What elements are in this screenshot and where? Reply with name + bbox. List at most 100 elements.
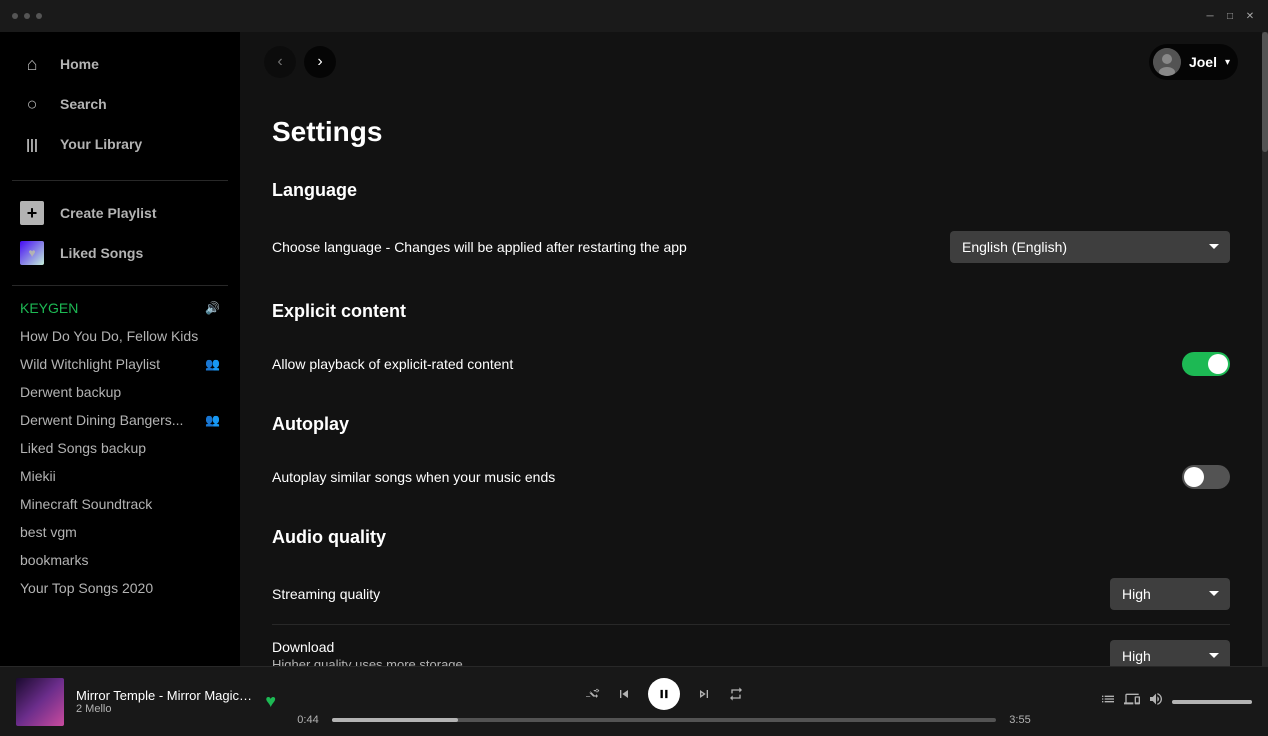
library-item-derwent-backup[interactable]: Derwent backup: [0, 378, 240, 406]
sidebar: ⌂ Home ○ Search ||| Your Library + Creat…: [0, 32, 240, 666]
sidebar-item-library[interactable]: ||| Your Library: [8, 124, 232, 164]
play-pause-button[interactable]: [648, 678, 680, 710]
forward-button[interactable]: ›: [304, 46, 336, 78]
library-item-bookmarks-label: bookmarks: [20, 552, 88, 568]
library-item-keygen[interactable]: KEYGEN 🔊: [0, 294, 240, 322]
avatar-image: [1153, 48, 1181, 76]
library-item-liked-backup[interactable]: Liked Songs backup: [0, 434, 240, 462]
user-menu[interactable]: Joel ▾: [1149, 44, 1238, 80]
streaming-quality-label: Streaming quality: [272, 586, 380, 602]
library-item-best-vgm[interactable]: best vgm: [0, 518, 240, 546]
download-quality-select[interactable]: Low Normal High Very High: [1110, 640, 1230, 667]
volume-slider[interactable]: [1172, 700, 1252, 704]
like-button[interactable]: ♥: [265, 691, 276, 712]
devices-icon: [1124, 691, 1140, 707]
next-icon: [696, 686, 712, 702]
library-item-minecraft[interactable]: Minecraft Soundtrack: [0, 490, 240, 518]
sidebar-item-home[interactable]: ⌂ Home: [8, 44, 232, 84]
collab-badge-wild: 👥: [205, 357, 220, 371]
maximize-button[interactable]: □: [1224, 10, 1236, 22]
volume-fill: [1172, 700, 1252, 704]
titlebar-dots: [12, 13, 42, 19]
library-item-how-do-you-do[interactable]: How Do You Do, Fellow Kids: [0, 322, 240, 350]
search-icon: ○: [20, 92, 44, 116]
create-playlist-icon: +: [20, 201, 44, 225]
download-label: Download: [272, 639, 466, 655]
download-quality-row: Download Higher quality uses more storag…: [272, 625, 1230, 666]
language-section-title: Language: [272, 180, 1230, 201]
player-controls: 0:44 3:55: [292, 678, 1036, 726]
player-right-controls: [1052, 691, 1252, 712]
audio-quality-section: Audio quality Streaming quality Low Norm…: [272, 527, 1230, 666]
scrollbar-track[interactable]: [1262, 32, 1268, 666]
library-item-liked-backup-label: Liked Songs backup: [20, 440, 146, 456]
progress-track[interactable]: [332, 718, 996, 722]
total-time: 3:55: [1004, 714, 1036, 726]
topbar-nav: ‹ ›: [264, 46, 336, 78]
library-item-miekii[interactable]: Miekii: [0, 462, 240, 490]
library-item-minecraft-label: Minecraft Soundtrack: [20, 496, 152, 512]
home-icon: ⌂: [20, 52, 44, 76]
sidebar-actions: + Create Playlist ♥ Liked Songs: [0, 185, 240, 281]
autoplay-section: Autoplay Autoplay similar songs when you…: [272, 414, 1230, 503]
library-item-bookmarks[interactable]: bookmarks: [0, 546, 240, 574]
library-item-top-songs[interactable]: Your Top Songs 2020: [0, 574, 240, 602]
volume-icon: [1148, 691, 1164, 707]
progress-fill: [332, 718, 458, 722]
track-name: Mirror Temple - Mirror Magic Mix: [76, 688, 253, 703]
previous-button[interactable]: [616, 686, 632, 702]
back-button[interactable]: ‹: [264, 46, 296, 78]
next-button[interactable]: [696, 686, 712, 702]
queue-icon: [1100, 691, 1116, 707]
language-section: Language Choose language - Changes will …: [272, 180, 1230, 277]
download-sublabel: Higher quality uses more storage.: [272, 657, 466, 666]
player-track-info: Mirror Temple - Mirror Magic Mix 2 Mello…: [16, 678, 276, 726]
language-select[interactable]: English (English) Español Français Deuts…: [950, 231, 1230, 263]
album-art-image: [16, 678, 64, 726]
current-time: 0:44: [292, 714, 324, 726]
repeat-button[interactable]: [728, 686, 744, 702]
language-label: Choose language - Changes will be applie…: [272, 239, 687, 255]
sidebar-divider-2: [12, 285, 228, 286]
player-bar: Mirror Temple - Mirror Magic Mix 2 Mello…: [0, 666, 1268, 736]
shuffle-icon: [584, 686, 600, 702]
settings-title: Settings: [272, 116, 1230, 148]
user-name: Joel: [1189, 54, 1217, 70]
volume-button[interactable]: [1148, 691, 1164, 712]
library-item-derwent-dining[interactable]: Derwent Dining Bangers... 👥: [0, 406, 240, 434]
minimize-button[interactable]: ─: [1204, 10, 1216, 22]
progress-bar-area: 0:44 3:55: [292, 714, 1036, 726]
now-playing-badge: 🔊: [205, 301, 220, 315]
app-body: ⌂ Home ○ Search ||| Your Library + Creat…: [0, 32, 1268, 666]
repeat-icon: [728, 686, 744, 702]
library-item-miekii-label: Miekii: [20, 468, 56, 484]
titlebar-dot-1: [12, 13, 18, 19]
streaming-quality-select[interactable]: Low Normal High Very High: [1110, 578, 1230, 610]
autoplay-toggle-knob: [1184, 467, 1204, 487]
library-item-how-label: How Do You Do, Fellow Kids: [20, 328, 198, 344]
autoplay-row: Autoplay similar songs when your music e…: [272, 451, 1230, 503]
settings-area: Settings Language Choose language - Chan…: [240, 92, 1262, 666]
sidebar-item-search[interactable]: ○ Search: [8, 84, 232, 124]
create-playlist-label: Create Playlist: [60, 205, 157, 221]
liked-songs-label: Liked Songs: [60, 245, 143, 261]
user-avatar: [1153, 48, 1181, 76]
library-item-wild-label: Wild Witchlight Playlist: [20, 356, 160, 372]
close-button[interactable]: ✕: [1244, 10, 1256, 22]
queue-button[interactable]: [1100, 691, 1116, 712]
library-item-wild-witchlight[interactable]: Wild Witchlight Playlist 👥: [0, 350, 240, 378]
create-playlist-item[interactable]: + Create Playlist: [8, 193, 232, 233]
main-content: ‹ › Joel ▾ Settings Language: [240, 32, 1262, 666]
explicit-label: Allow playback of explicit-rated content: [272, 356, 513, 372]
devices-button[interactable]: [1124, 691, 1140, 712]
language-row: Choose language - Changes will be applie…: [272, 217, 1230, 277]
autoplay-toggle[interactable]: [1182, 465, 1230, 489]
liked-songs-item[interactable]: ♥ Liked Songs: [8, 233, 232, 273]
library-item-top-songs-label: Your Top Songs 2020: [20, 580, 153, 596]
explicit-row: Allow playback of explicit-rated content: [272, 338, 1230, 390]
sidebar-divider: [12, 180, 228, 181]
shuffle-button[interactable]: [584, 686, 600, 702]
explicit-toggle-knob: [1208, 354, 1228, 374]
library-item-best-vgm-label: best vgm: [20, 524, 77, 540]
explicit-toggle[interactable]: [1182, 352, 1230, 376]
